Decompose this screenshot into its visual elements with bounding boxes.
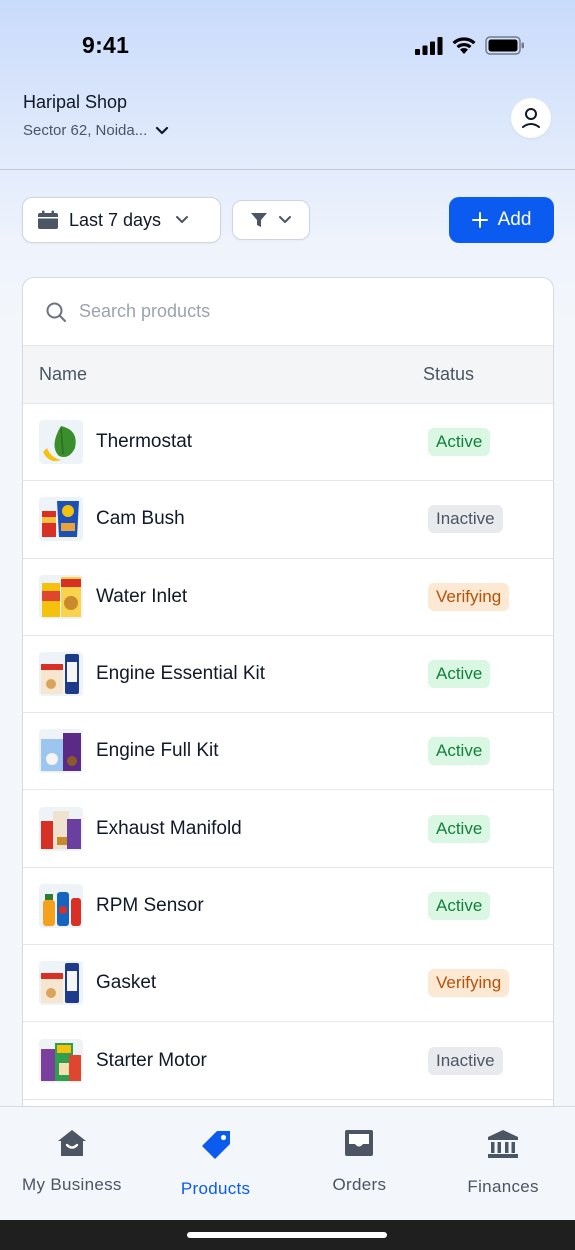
product-thumbnail <box>39 652 83 697</box>
table-row[interactable]: RPM Sensor Active <box>23 868 553 946</box>
date-range-label: Last 7 days <box>69 209 162 230</box>
product-name: Engine Essential Kit <box>96 663 265 685</box>
product-name: RPM Sensor <box>96 894 204 916</box>
table-header: Name Status <box>23 346 553 404</box>
nav-products[interactable]: Products <box>144 1107 288 1220</box>
table-row[interactable]: Thermostat Active <box>23 404 553 482</box>
location-selector[interactable]: Sector 62, Noida... <box>23 122 169 139</box>
filter-icon <box>251 213 267 227</box>
profile-button[interactable] <box>511 98 551 138</box>
nav-finances[interactable]: Finances <box>431 1107 575 1220</box>
status-icons <box>415 36 525 55</box>
home-indicator[interactable] <box>187 1232 387 1238</box>
product-thumbnail <box>39 497 83 542</box>
toolbar: Last 7 days Add <box>22 197 554 243</box>
product-thumbnail <box>39 806 83 851</box>
bottom-navigation: My Business Products Orders Finances <box>0 1106 575 1220</box>
search-bar <box>23 278 553 346</box>
nav-label: Finances <box>467 1177 539 1196</box>
shop-name: Haripal Shop <box>23 92 128 112</box>
status-badge: Active <box>428 428 491 457</box>
nav-label: My Business <box>22 1175 122 1194</box>
tag-icon <box>201 1131 230 1159</box>
nav-orders[interactable]: Orders <box>288 1107 432 1220</box>
table-row[interactable]: Engine Full Kit Active <box>23 713 553 791</box>
table-row[interactable]: Engine Essential Kit Active <box>23 636 553 714</box>
wifi-icon <box>452 37 476 54</box>
table-row[interactable]: Gasket Verifying <box>23 945 553 1023</box>
table-row[interactable]: Starter Motor Inactive <box>23 1022 553 1100</box>
user-icon <box>522 108 540 128</box>
status-time: 9:41 <box>82 32 130 58</box>
status-bar: 9:41 <box>0 0 575 88</box>
product-thumbnail <box>39 729 83 774</box>
inbox-icon <box>345 1130 374 1156</box>
calendar-icon <box>38 210 58 229</box>
status-badge: Active <box>428 814 491 843</box>
battery-icon <box>485 36 524 55</box>
product-name: Thermostat <box>96 431 193 453</box>
bank-icon <box>488 1130 519 1158</box>
product-name: Exhaust Manifold <box>96 817 242 839</box>
product-thumbnail <box>39 420 83 465</box>
nav-label: Orders <box>332 1175 387 1194</box>
product-name: Gasket <box>96 972 157 994</box>
chevron-down-icon <box>279 216 291 223</box>
add-label: Add <box>497 209 532 230</box>
nav-my-business[interactable]: My Business <box>0 1107 144 1220</box>
product-name: Water Inlet <box>96 585 188 607</box>
table-row[interactable]: Cam Bush Inactive <box>23 481 553 559</box>
shop-location: Sector 62, Noida... <box>23 122 148 139</box>
status-badge: Inactive <box>428 505 503 534</box>
chevron-down-icon <box>176 216 189 223</box>
status-badge: Verifying <box>428 582 510 611</box>
status-badge: Active <box>428 737 491 766</box>
signal-icon <box>415 36 443 55</box>
status-badge: Active <box>428 660 491 689</box>
status-badge: Active <box>428 891 491 920</box>
product-name: Cam Bush <box>96 508 185 530</box>
table-row[interactable]: Exhaust Manifold Active <box>23 790 553 868</box>
search-icon <box>46 302 66 322</box>
product-thumbnail <box>39 883 83 928</box>
home-icon <box>57 1130 86 1156</box>
column-header-status: Status <box>423 364 475 384</box>
product-name: Starter Motor <box>96 1049 207 1071</box>
plus-icon <box>471 212 488 228</box>
status-badge: Inactive <box>428 1046 503 1075</box>
nav-label: Products <box>180 1179 251 1198</box>
products-card: Name Status Thermostat Active Cam Bush I… <box>22 277 554 1137</box>
status-badge: Verifying <box>428 969 510 998</box>
table-row[interactable]: Water Inlet Verifying <box>23 559 553 636</box>
chevron-down-icon <box>156 126 169 134</box>
search-input[interactable] <box>79 301 499 322</box>
date-range-button[interactable]: Last 7 days <box>22 197 221 243</box>
product-thumbnail <box>39 961 83 1006</box>
product-thumbnail <box>39 1038 83 1083</box>
column-header-name: Name <box>39 364 88 384</box>
filter-button[interactable] <box>232 200 310 240</box>
product-name: Engine Full Kit <box>96 740 219 762</box>
shop-header: Haripal Shop Sector 62, Noida... <box>0 88 575 170</box>
home-indicator-area <box>0 1220 575 1250</box>
add-product-button[interactable]: Add <box>449 197 554 243</box>
product-thumbnail <box>39 574 83 619</box>
